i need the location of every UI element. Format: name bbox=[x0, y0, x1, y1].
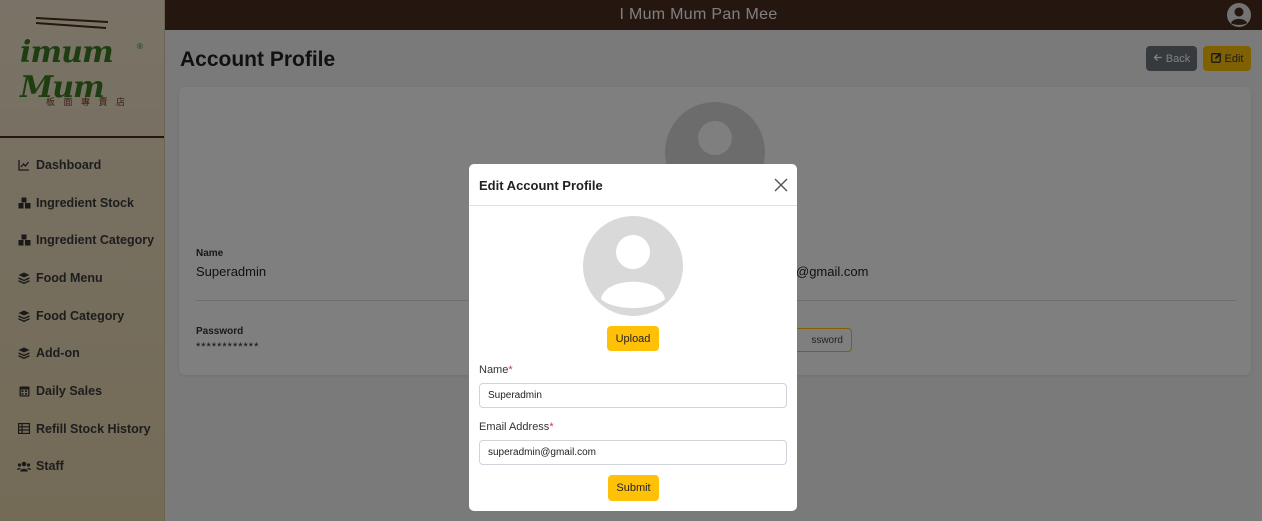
modal-header: Edit Account Profile bbox=[469, 164, 797, 206]
name-field-label: Name* bbox=[479, 364, 513, 376]
submit-button[interactable]: Submit bbox=[608, 475, 659, 501]
required-mark: * bbox=[549, 421, 554, 433]
name-field-label-text: Name bbox=[479, 364, 509, 376]
email-field-label: Email Address* bbox=[479, 421, 554, 433]
avatar-placeholder-icon bbox=[583, 216, 683, 316]
required-mark: * bbox=[508, 364, 513, 376]
close-icon[interactable] bbox=[774, 178, 788, 192]
upload-button[interactable]: Upload bbox=[607, 326, 659, 351]
email-input[interactable] bbox=[479, 440, 787, 465]
modal-title: Edit Account Profile bbox=[479, 178, 603, 193]
name-input[interactable] bbox=[479, 383, 787, 408]
email-field-label-text: Email Address bbox=[479, 421, 550, 433]
edit-profile-modal: Edit Account Profile Upload Name* Email … bbox=[469, 164, 797, 511]
